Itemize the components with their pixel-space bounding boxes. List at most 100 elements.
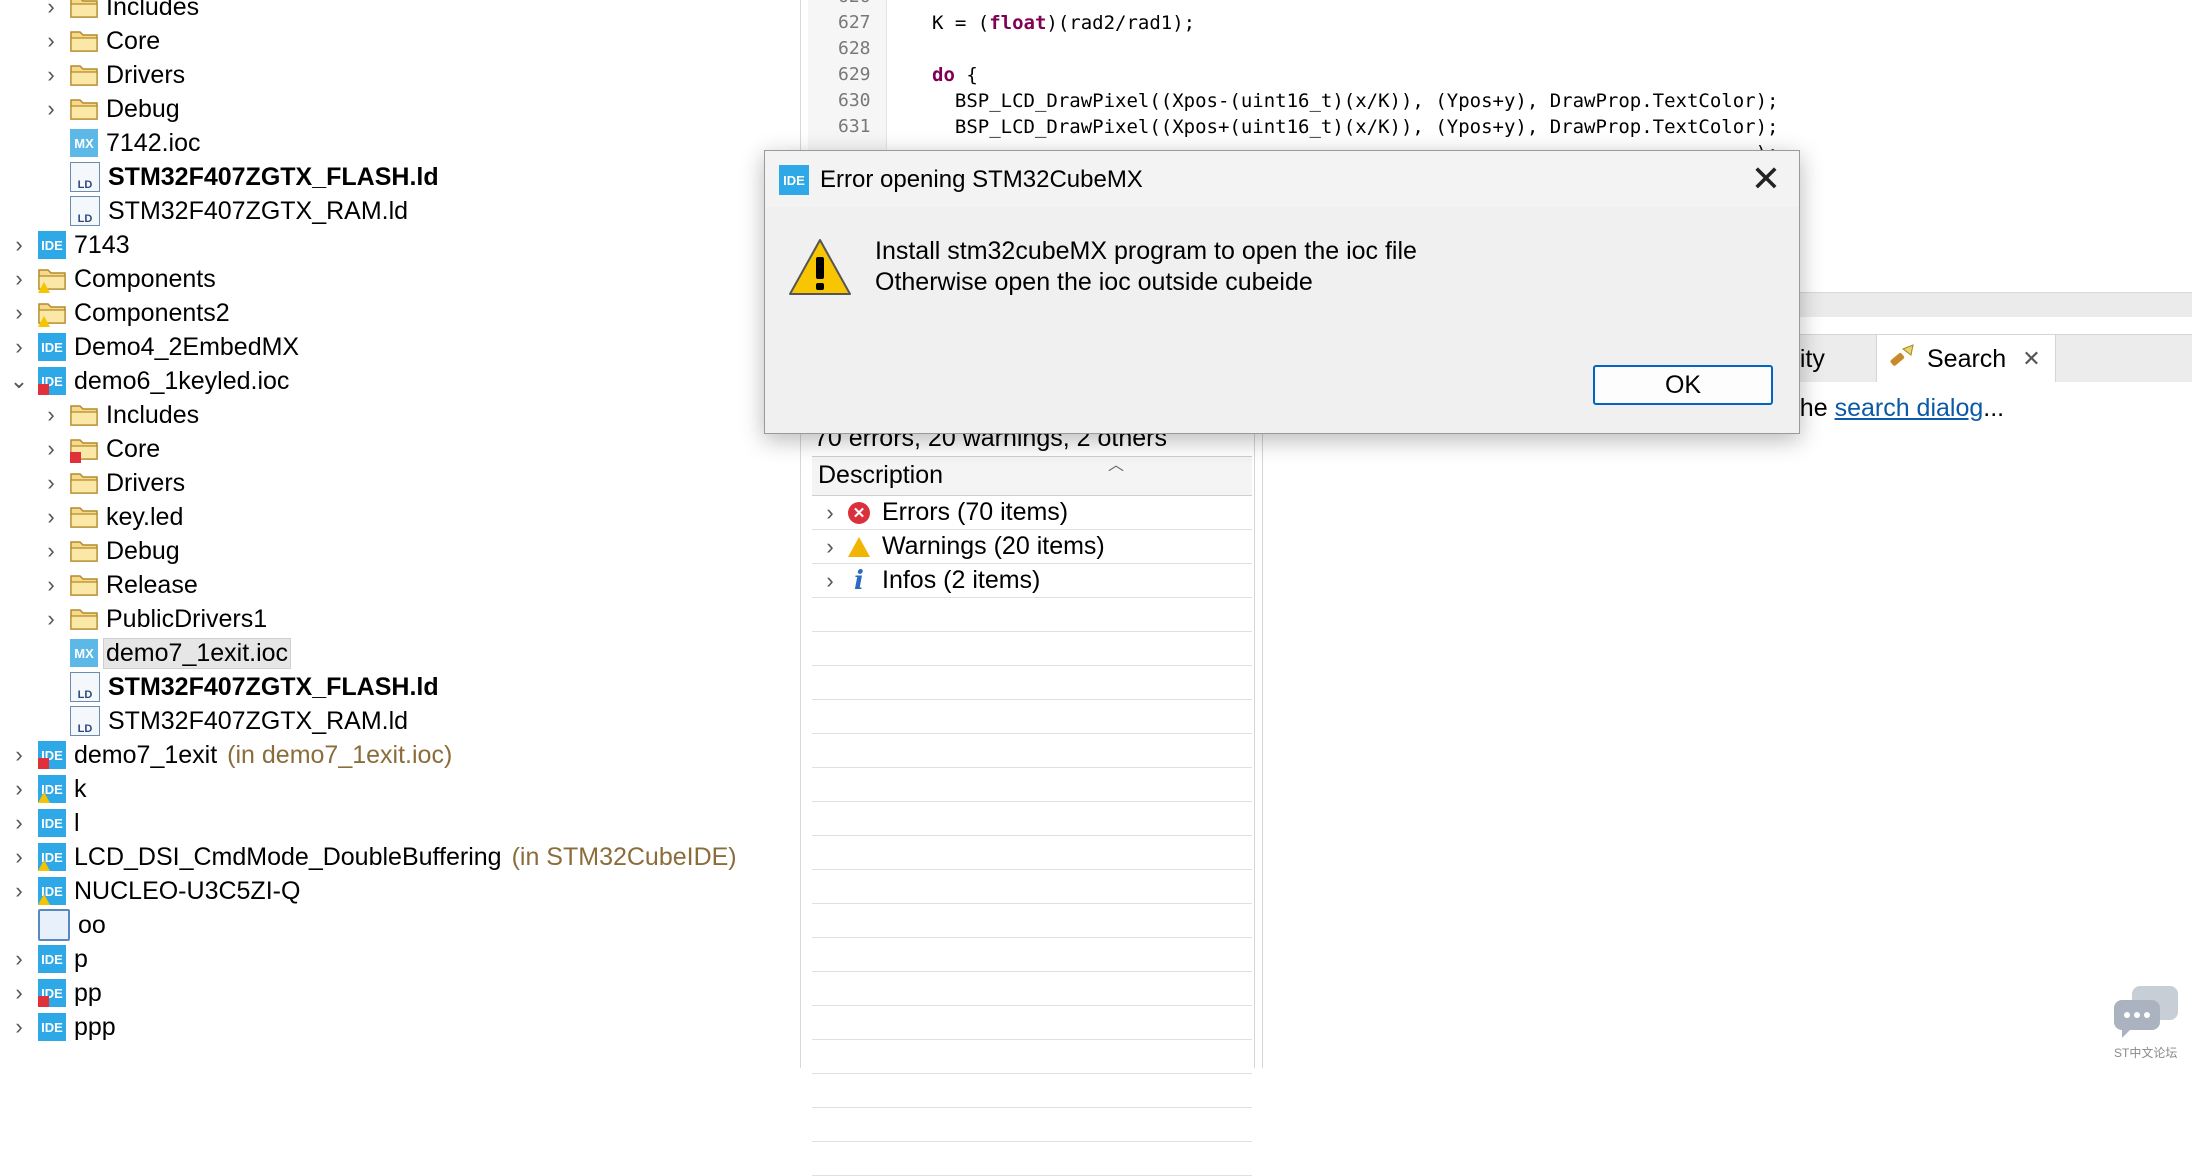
chevron-right-icon[interactable]: › — [8, 776, 30, 802]
problem-group-row[interactable]: › ✕ Errors (70 items) — [812, 496, 1252, 530]
chevron-right-icon[interactable]: › — [40, 436, 62, 462]
problem-group-row[interactable]: › i Infos (2 items) — [812, 564, 1252, 598]
chevron-right-icon[interactable]: › — [40, 0, 62, 20]
tree-item[interactable]: ›MXdemo7_1exit.ioc — [40, 636, 292, 670]
ld-file-icon: LD — [70, 162, 100, 192]
chevron-right-icon[interactable]: › — [40, 96, 62, 122]
tree-item[interactable]: › Release — [40, 568, 200, 602]
chevron-right-icon[interactable]: › — [40, 504, 62, 530]
tree-item[interactable]: ›LDSTM32F407ZGTX_FLASH.ld — [40, 670, 441, 704]
tree-item-label: p — [74, 944, 88, 973]
chevron-right-icon[interactable]: › — [8, 266, 30, 292]
ide-project-warning-icon: IDE — [38, 843, 66, 871]
tab-search[interactable]: Search ✕ — [1876, 335, 2056, 383]
chevron-right-icon[interactable]: › — [8, 878, 30, 904]
chevron-right-icon[interactable]: › — [8, 300, 30, 326]
table-row — [812, 1108, 1252, 1142]
chevron-right-icon[interactable]: › — [820, 568, 840, 594]
code-line: BSP_LCD_DrawPixel((Xpos+(uint16_t)(x/K))… — [932, 116, 1779, 138]
tree-item[interactable]: › IDE demo7_1exit (in demo7_1exit.ioc) — [8, 738, 452, 772]
tree-item[interactable]: › key.led — [40, 500, 185, 534]
chevron-right-icon[interactable]: › — [40, 572, 62, 598]
tree-item-label: k — [74, 774, 87, 803]
tree-item[interactable]: ›LDSTM32F407ZGTX_RAM.ld — [40, 194, 410, 228]
info-icon: i — [854, 565, 864, 596]
chevron-right-icon[interactable]: › — [8, 1014, 30, 1040]
ld-file-icon: LD — [70, 196, 100, 226]
tree-item[interactable]: › Core — [40, 24, 162, 58]
search-dialog-link[interactable]: search dialog — [1835, 394, 1984, 422]
tree-item[interactable]: › IDE Demo4_2EmbedMX — [8, 330, 301, 364]
chevron-right-icon[interactable]: › — [820, 500, 840, 526]
tree-item[interactable]: › PublicDrivers1 — [40, 602, 269, 636]
ide-project-error-icon: IDE — [38, 741, 66, 769]
close-icon[interactable]: ✕ — [1751, 157, 1781, 201]
tree-item-label: PublicDrivers1 — [106, 604, 268, 633]
chevron-right-icon[interactable]: › — [40, 606, 62, 632]
chevron-right-icon[interactable]: › — [8, 810, 30, 836]
chevron-right-icon[interactable]: › — [40, 62, 62, 88]
dialog-message-line2: Otherwise open the ioc outside cubeide — [875, 268, 1313, 296]
chevron-right-icon[interactable]: › — [8, 946, 30, 972]
tree-item[interactable]: › Core — [40, 432, 162, 466]
chevron-right-icon[interactable]: › — [8, 232, 30, 258]
tree-item[interactable]: › Components — [8, 262, 218, 296]
chevron-right-icon[interactable]: › — [40, 28, 62, 54]
column-header-description[interactable]: Description ︿ — [812, 456, 1252, 496]
folder-icon — [70, 95, 98, 123]
tree-item-label: Release — [106, 570, 198, 599]
ide-app-icon: IDE — [779, 165, 809, 195]
tree-item[interactable]: ›oo — [8, 908, 108, 942]
tree-item-label: Core — [106, 434, 161, 463]
tree-item[interactable]: › IDE 7143 — [8, 228, 132, 262]
line-number: 631 — [838, 116, 871, 137]
tree-item[interactable]: › IDE LCD_DSI_CmdMode_DoubleBuffering (in S… — [8, 840, 737, 874]
tree-item[interactable]: › IDE pp — [8, 976, 104, 1010]
tree-item[interactable]: › Includes — [40, 0, 201, 24]
tree-item[interactable]: › IDE p — [8, 942, 90, 976]
dialog-title: Error opening STM32CubeMX — [820, 166, 1143, 193]
table-row — [812, 1074, 1252, 1108]
close-icon[interactable]: ✕ — [2022, 346, 2040, 372]
sort-ascending-icon: ︿ — [1108, 457, 1125, 474]
table-row — [812, 972, 1252, 1006]
chevron-right-icon[interactable]: › — [8, 742, 30, 768]
table-row — [812, 632, 1252, 666]
tree-item[interactable]: › Components2 — [8, 296, 232, 330]
chevron-right-icon[interactable]: › — [8, 980, 30, 1006]
tree-item[interactable]: › IDE NUCLEO-U3C5ZI-Q — [8, 874, 302, 908]
tree-item-label: STM32F407ZGTX_FLASH.ld — [108, 672, 439, 701]
code-line: do { — [932, 64, 978, 86]
tree-item[interactable]: › Includes — [40, 398, 201, 432]
chevron-right-icon[interactable]: › — [40, 470, 62, 496]
code-line: K = (float)(rad2/rad1); — [932, 12, 1196, 34]
chevron-right-icon[interactable]: › — [40, 538, 62, 564]
chevron-right-icon[interactable]: › — [40, 402, 62, 428]
tree-item[interactable]: › Debug — [40, 92, 182, 126]
forum-logo-icon — [2110, 984, 2182, 1049]
tree-item[interactable]: › IDE ppp — [8, 1010, 118, 1044]
tree-item[interactable]: › Drivers — [40, 466, 187, 500]
tab-search-label: Search — [1927, 344, 2007, 373]
tree-item[interactable]: › IDE l — [8, 806, 82, 840]
tree-item[interactable]: ›LDSTM32F407ZGTX_FLASH.ld — [40, 160, 441, 194]
tree-item[interactable]: › IDE k — [8, 772, 89, 806]
tree-item-decoration: (in demo7_1exit.ioc) — [227, 740, 453, 769]
search-view — [1262, 382, 2192, 1068]
ok-button[interactable]: OK — [1593, 365, 1773, 405]
chevron-right-icon[interactable]: › — [820, 534, 840, 560]
tree-item[interactable]: ›LDSTM32F407ZGTX_RAM.ld — [40, 704, 410, 738]
folder-icon — [70, 537, 98, 565]
error-icon: ✕ — [848, 501, 870, 524]
tree-item[interactable]: ›MX7142.ioc — [40, 126, 203, 160]
tree-item[interactable]: ⌄ IDE demo6_1keyled.ioc — [8, 364, 291, 398]
tree-item-label: Components — [74, 264, 216, 293]
tree-item[interactable]: › Debug — [40, 534, 182, 568]
source-folder-error-icon — [70, 435, 98, 463]
ide-project-error-icon: IDE — [38, 979, 66, 1007]
chevron-right-icon[interactable]: › — [8, 334, 30, 360]
tree-item[interactable]: › Drivers — [40, 58, 187, 92]
chevron-down-icon[interactable]: ⌄ — [8, 368, 30, 394]
chevron-right-icon[interactable]: › — [8, 844, 30, 870]
problem-group-row[interactable]: › Warnings (20 items) — [812, 530, 1252, 564]
